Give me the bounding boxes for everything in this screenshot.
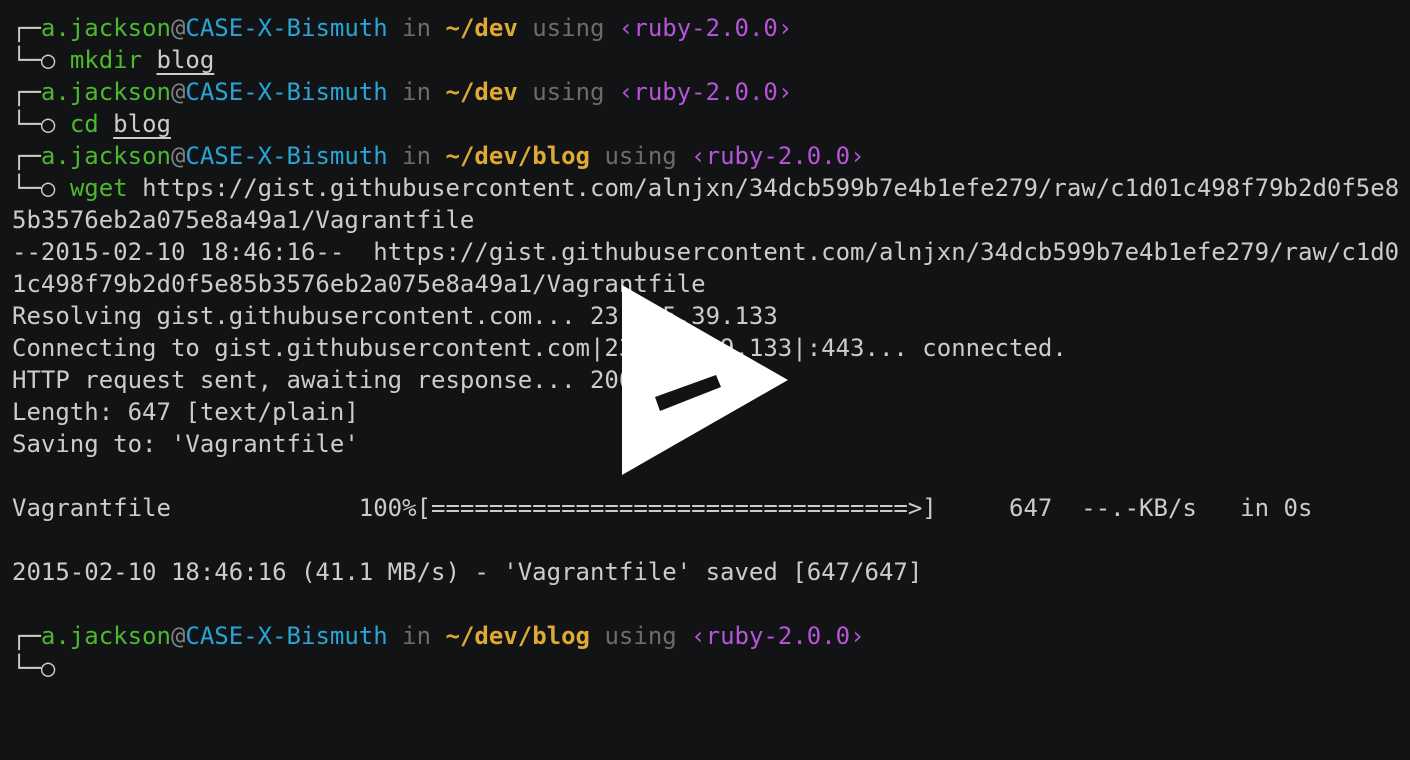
- command-name: mkdir: [69, 46, 143, 74]
- prompt-in: in: [402, 78, 432, 106]
- prompt-line: ┌─a.jackson@CASE-X-Bismuth in ~/dev/blog…: [12, 620, 1410, 652]
- prompt-using: using: [604, 622, 677, 650]
- terminal-window[interactable]: ┌─a.jackson@CASE-X-Bismuth in ~/dev usin…: [0, 0, 1410, 760]
- output-line: --2015-02-10 18:46:16-- https://gist.git…: [12, 238, 1400, 266]
- prompt-bottom-corner: └─○: [12, 174, 56, 202]
- prompt-ruby: ‹ruby-2.0.0›: [618, 14, 793, 42]
- command-argument: https://gist.githubusercontent.com/alnjx…: [142, 174, 1400, 202]
- prompt-top-corner: ┌─: [12, 14, 41, 42]
- prompt-path: ~/dev/blog: [445, 142, 591, 170]
- command-line: └─○ cd blog: [12, 108, 1410, 140]
- prompt-in: in: [402, 622, 432, 650]
- prompt-bottom-corner: └─○: [12, 654, 56, 682]
- prompt-at: @: [170, 622, 186, 650]
- prompt-user: a.jackson: [40, 14, 171, 42]
- prompt-host: CASE-X-Bismuth: [185, 14, 388, 42]
- output-line: 2015-02-10 18:46:16 (41.1 MB/s) - 'Vagra…: [12, 558, 923, 586]
- prompt-host: CASE-X-Bismuth: [185, 78, 388, 106]
- command-line: └─○: [12, 652, 1410, 684]
- prompt-ruby: ‹ruby-2.0.0›: [691, 142, 865, 170]
- command-argument: blog: [156, 46, 215, 74]
- prompt-ruby: ‹ruby-2.0.0›: [618, 78, 793, 106]
- command-name: cd: [69, 110, 99, 138]
- prompt-path: ~/dev: [445, 14, 518, 42]
- prompt-top-corner: ┌─: [12, 78, 41, 106]
- command-argument: blog: [113, 110, 171, 138]
- prompt-line: ┌─a.jackson@CASE-X-Bismuth in ~/dev usin…: [12, 76, 1410, 108]
- prompt-using: using: [604, 142, 677, 170]
- prompt-user: a.jackson: [40, 78, 171, 106]
- play-icon: [622, 285, 788, 475]
- prompt-ruby: ‹ruby-2.0.0›: [691, 622, 865, 650]
- prompt-user: a.jackson: [40, 142, 171, 170]
- prompt-user: a.jackson: [40, 622, 171, 650]
- command-line: └─○ mkdir blog: [12, 44, 1410, 76]
- prompt-host: CASE-X-Bismuth: [185, 142, 388, 170]
- prompt-path: ~/dev/blog: [445, 622, 591, 650]
- command-line: └─○ wget https://gist.githubusercontent.…: [12, 172, 1410, 204]
- prompt-bottom-corner: └─○: [12, 110, 56, 138]
- play-button[interactable]: [622, 285, 788, 475]
- prompt-in: in: [402, 14, 432, 42]
- prompt-at: @: [170, 14, 186, 42]
- prompt-in: in: [402, 142, 432, 170]
- prompt-line: ┌─a.jackson@CASE-X-Bismuth in ~/dev/blog…: [12, 140, 1410, 172]
- prompt-at: @: [170, 78, 186, 106]
- command-argument-continued: 5b3576eb2a075e8a49a1/Vagrantfile: [12, 206, 475, 234]
- prompt-host: CASE-X-Bismuth: [185, 622, 388, 650]
- command-name: wget: [69, 174, 128, 202]
- prompt-line: ┌─a.jackson@CASE-X-Bismuth in ~/dev usin…: [12, 12, 1410, 44]
- download-progress-line: Vagrantfile 100%[=======================…: [12, 494, 1313, 522]
- prompt-top-corner: ┌─: [12, 622, 41, 650]
- prompt-path: ~/dev: [445, 78, 518, 106]
- prompt-at: @: [170, 142, 186, 170]
- prompt-using: using: [532, 78, 605, 106]
- prompt-top-corner: ┌─: [12, 142, 41, 170]
- prompt-using: using: [532, 14, 605, 42]
- prompt-bottom-corner: └─○: [12, 46, 56, 74]
